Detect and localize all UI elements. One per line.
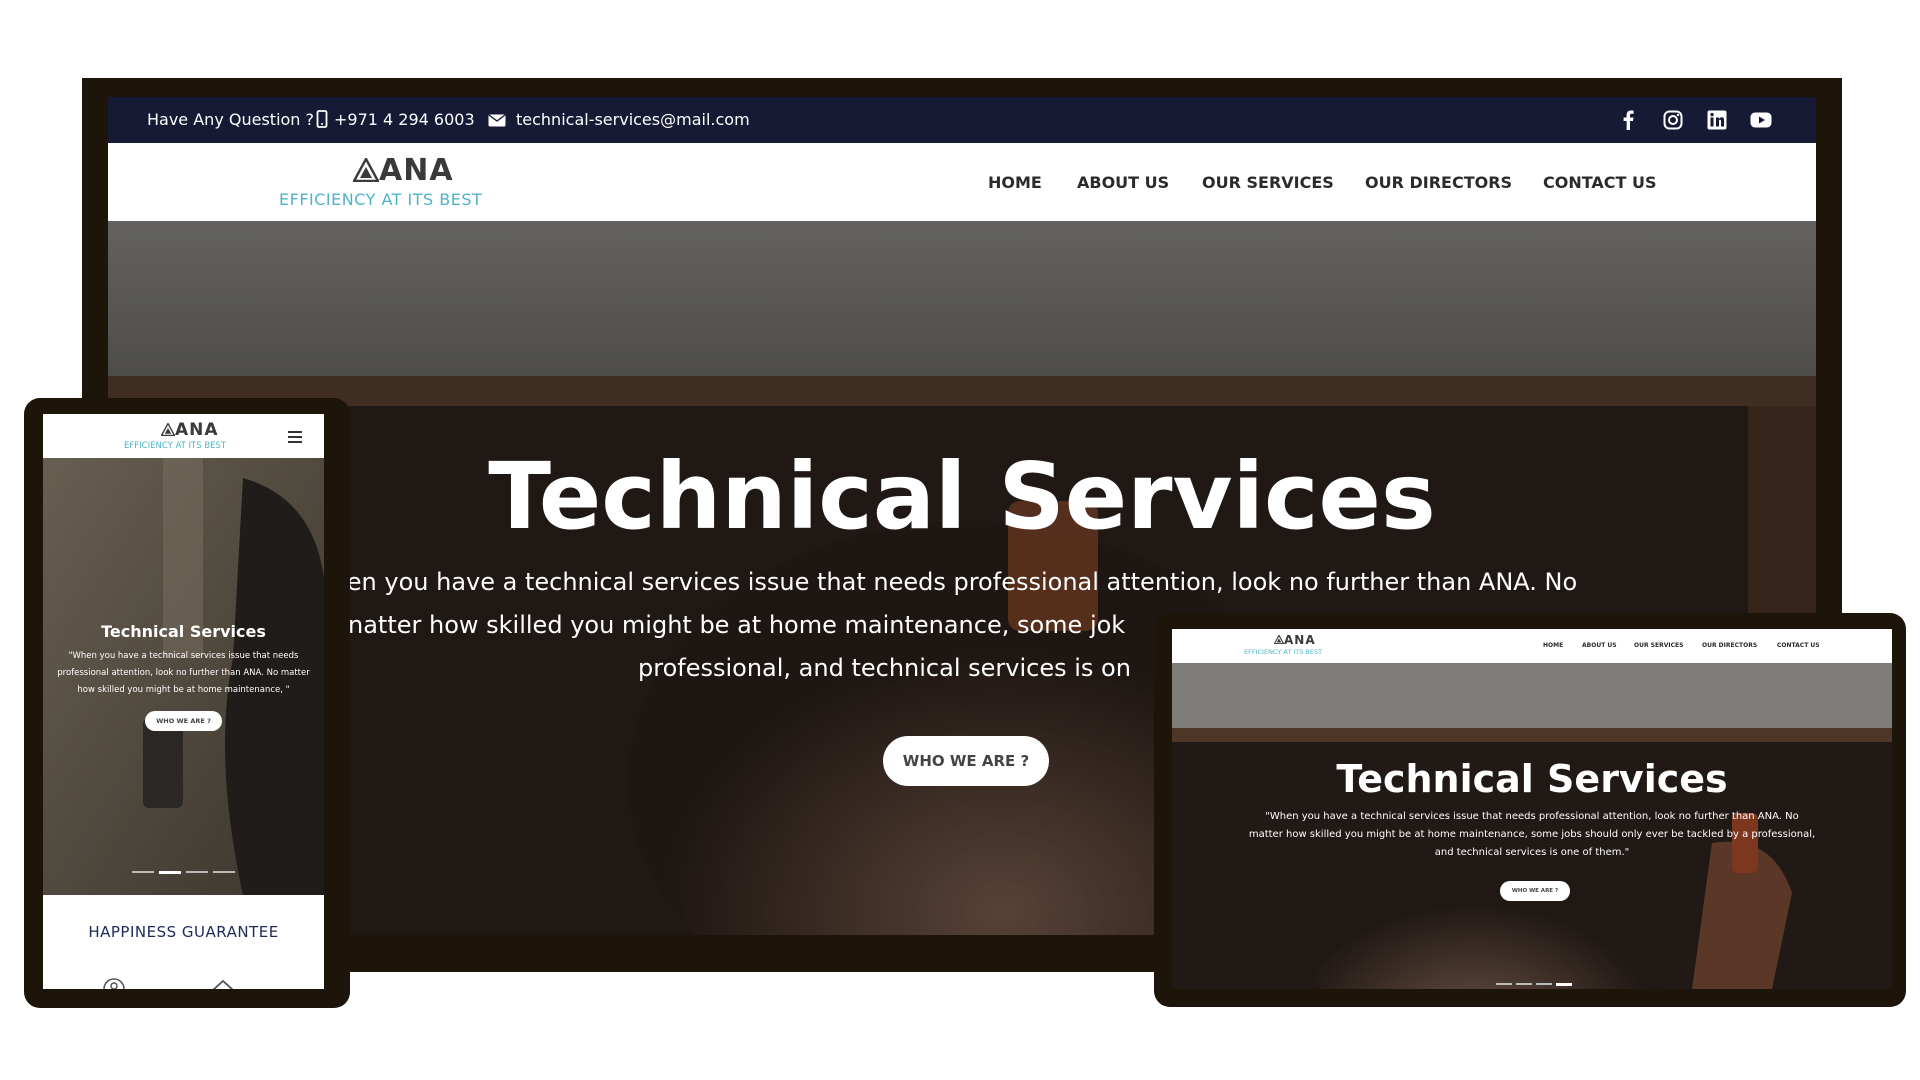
slider-dot[interactable] (1496, 983, 1512, 985)
laptop-nav-home[interactable]: HOME (1543, 642, 1563, 649)
tablet-logo-text: ANA (175, 420, 219, 440)
laptop-logo[interactable]: ANA (1273, 633, 1316, 647)
site-logo[interactable]: ANA (351, 153, 454, 188)
email-link[interactable]: technical-services@mail.com (516, 110, 750, 129)
laptop-nav-contact-us[interactable]: CONTACT US (1777, 642, 1820, 649)
laptop-hero-text: "When you have a technical services issu… (1248, 811, 1816, 858)
laptop-slider-dots[interactable] (1496, 983, 1572, 987)
tablet-hero-text: "When you have a technical services issu… (57, 651, 310, 695)
nav-our-directors[interactable]: OUR DIRECTORS (1365, 173, 1512, 192)
logo-tagline: EFFICIENCY AT ITS BEST (279, 190, 483, 209)
laptop-who-we-are-button[interactable]: WHO WE ARE ? (1500, 881, 1570, 901)
laptop-nav-our-directors[interactable]: OUR DIRECTORS (1702, 642, 1757, 649)
tablet-who-we-are-button[interactable]: WHO WE ARE ? (145, 711, 222, 731)
slider-dot-active[interactable] (159, 871, 181, 874)
nav-home[interactable]: HOME (988, 173, 1042, 192)
user-circle-icon (103, 977, 125, 989)
tablet-screen: ANA EFFICIENCY AT ITS BEST Technical Ser… (43, 414, 324, 989)
who-we-are-button[interactable]: WHO WE ARE ? (883, 736, 1049, 786)
tablet-slider-dots[interactable] (132, 871, 236, 875)
envelope-icon (488, 112, 506, 131)
tablet-header: ANA EFFICIENCY AT ITS BEST (43, 414, 324, 458)
hamburger-menu-icon[interactable] (288, 428, 302, 447)
instagram-icon[interactable] (1662, 109, 1684, 131)
hero-title: Technical Services (488, 443, 1436, 550)
happiness-guarantee-title: HAPPINESS GUARANTEE (88, 923, 279, 941)
slider-dot[interactable] (1516, 983, 1532, 985)
hero-text-line-1: en you have a technical services issue t… (346, 568, 1578, 596)
tablet-hero: Technical Services "When you have a tech… (43, 458, 324, 895)
tablet-logo-tagline: EFFICIENCY AT ITS BEST (124, 441, 227, 451)
laptop-nav-our-services[interactable]: OUR SERVICES (1634, 642, 1683, 649)
slider-dot[interactable] (186, 871, 208, 873)
laptop-nav-about-us[interactable]: ABOUT US (1582, 642, 1617, 649)
laptop-hero: Technical Services "When you have a tech… (1172, 663, 1892, 989)
tablet-logo[interactable]: ANA (160, 420, 219, 440)
nav-about-us[interactable]: ABOUT US (1077, 173, 1169, 192)
slider-dot-active[interactable] (1556, 983, 1572, 986)
slider-dot[interactable] (213, 871, 235, 873)
nav-our-services[interactable]: OUR SERVICES (1202, 173, 1334, 192)
tablet-guarantee-section: HAPPINESS GUARANTEE (43, 895, 324, 989)
slider-dot[interactable] (1536, 983, 1552, 985)
desktop-topbar: Have Any Question ? +971 4 294 6003 tech… (108, 97, 1816, 143)
desktop-navbar: ANA EFFICIENCY AT ITS BEST HOME ABOUT US… (108, 143, 1816, 221)
laptop-header: ANA EFFICIENCY AT ITS BEST HOME ABOUT US… (1172, 629, 1892, 663)
laptop-hero-title: Technical Services (1336, 757, 1728, 801)
linkedin-icon[interactable] (1706, 109, 1728, 131)
laptop-logo-text: ANA (1284, 633, 1316, 647)
nav-contact-us[interactable]: CONTACT US (1543, 173, 1657, 192)
phone-icon (316, 110, 328, 132)
phone-link[interactable]: +971 4 294 6003 (334, 110, 475, 129)
youtube-icon[interactable] (1750, 109, 1772, 131)
logo-text: ANA (379, 153, 454, 188)
question-label: Have Any Question ? (147, 110, 315, 129)
laptop-screen: ANA EFFICIENCY AT ITS BEST HOME ABOUT US… (1172, 629, 1892, 989)
slider-dot[interactable] (132, 871, 154, 873)
house-icon (211, 977, 235, 989)
tablet-hero-title: Technical Services (101, 622, 266, 641)
laptop-logo-tagline: EFFICIENCY AT ITS BEST (1244, 648, 1323, 656)
facebook-icon[interactable] (1617, 109, 1639, 131)
